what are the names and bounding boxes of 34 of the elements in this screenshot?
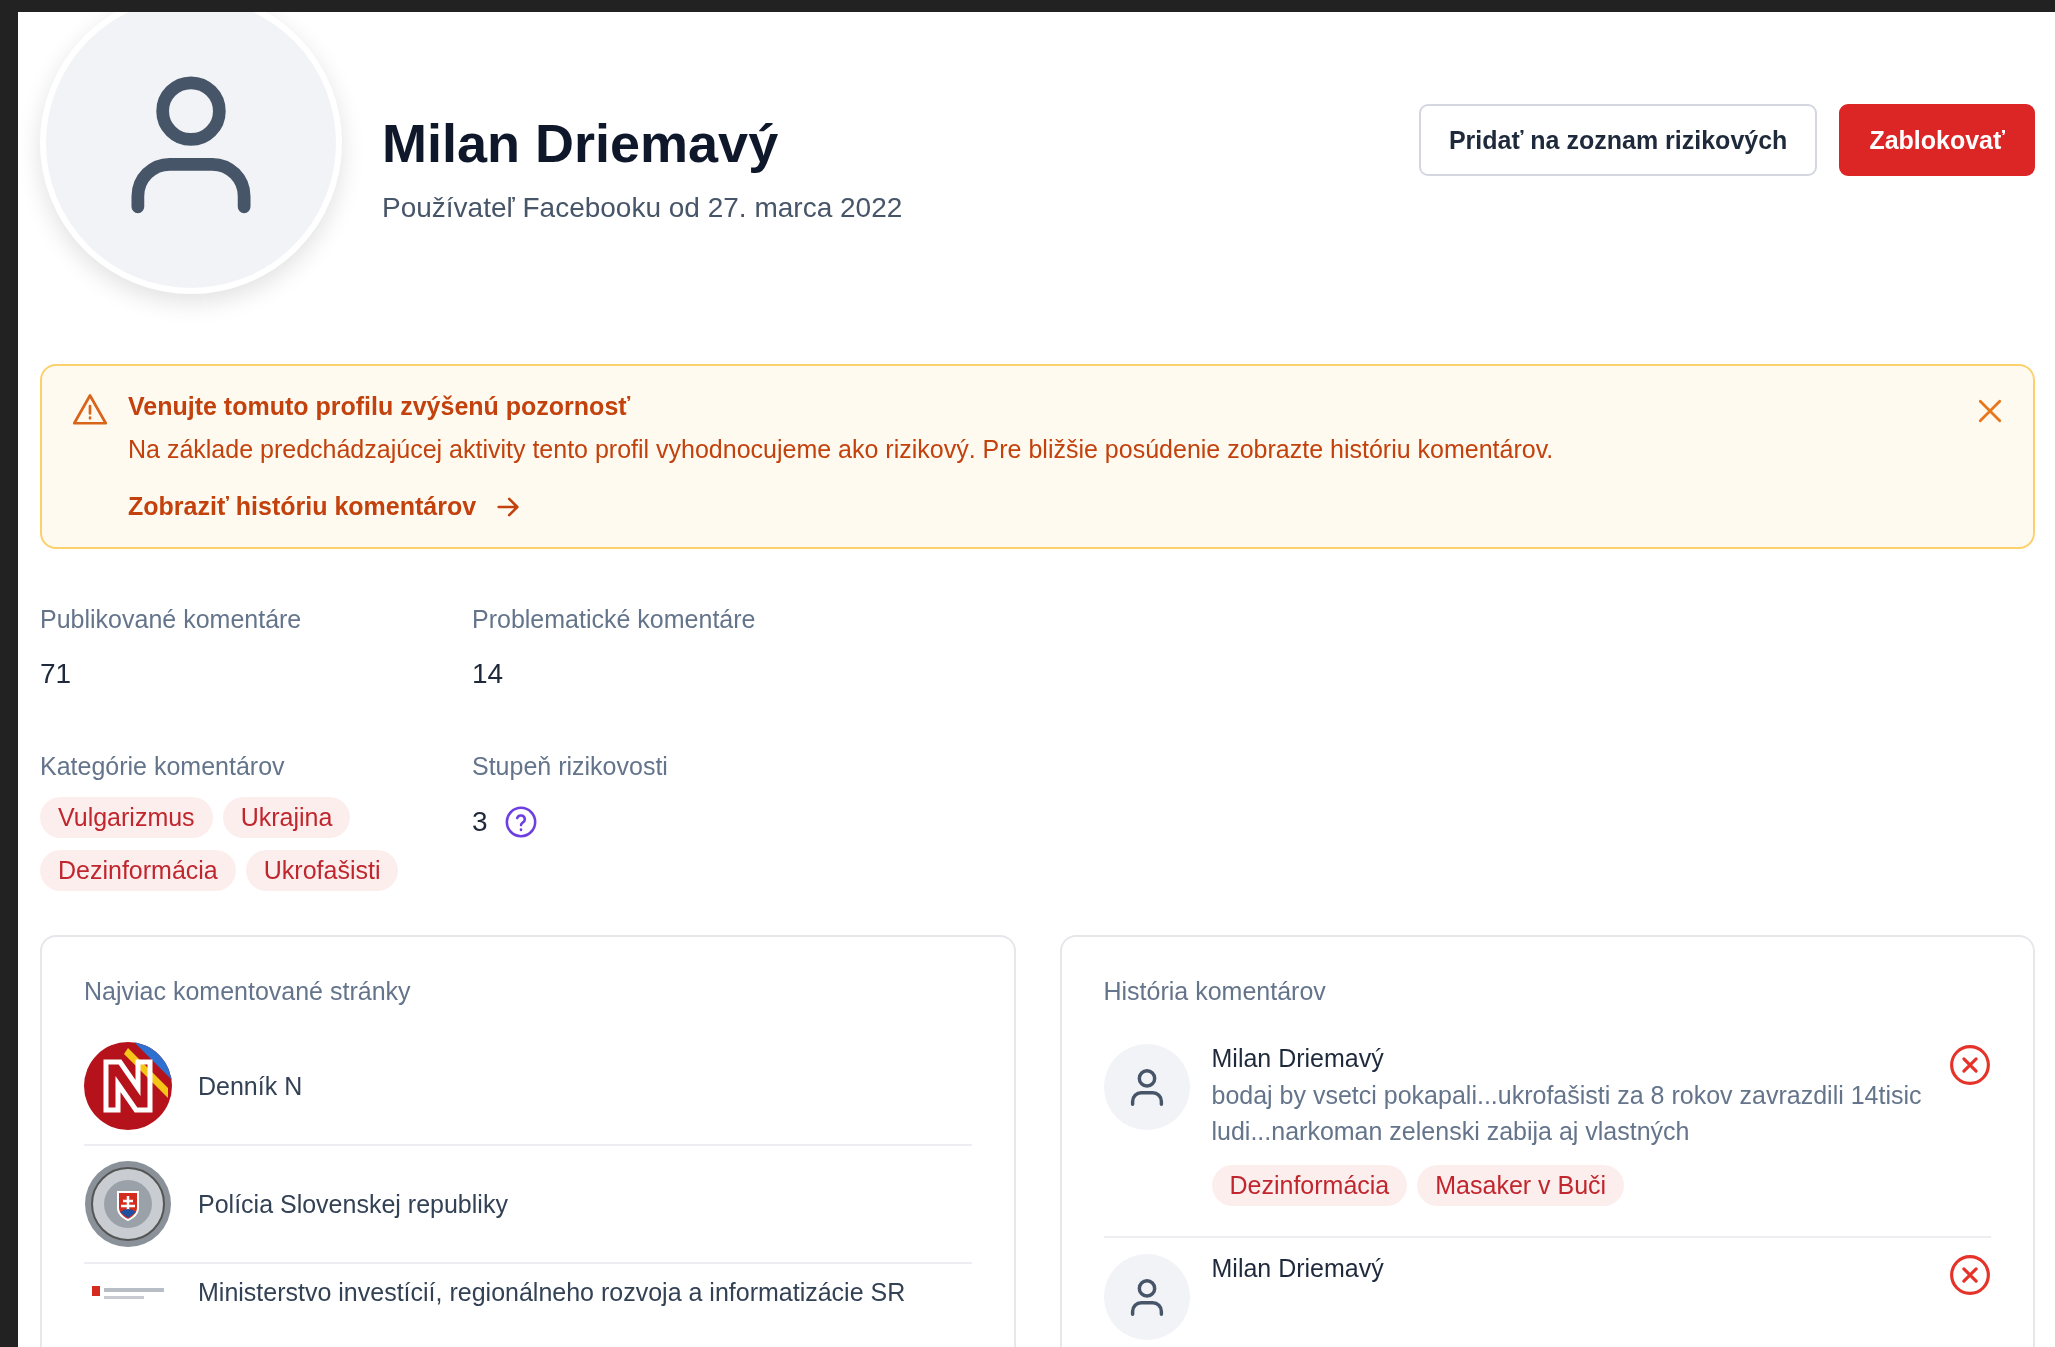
risk-label: Stupeň rizikovosti xyxy=(472,752,669,781)
category-tag: Dezinformácia xyxy=(40,850,236,891)
stat-label: Publikované komentáre xyxy=(40,605,303,634)
close-icon[interactable] xyxy=(1977,398,2003,424)
help-icon[interactable] xyxy=(503,805,538,839)
warning-icon xyxy=(72,392,108,426)
history-link[interactable]: Zobraziť históriu komentárov xyxy=(128,492,523,521)
remove-icon[interactable] xyxy=(1949,1254,1991,1296)
comment-author: Milan Driemavý xyxy=(1211,1254,1385,1283)
warning-title: Venujte tomuto profilu zvýšenú pozornosť xyxy=(128,392,632,421)
card-title: Najviac komentované stránky xyxy=(84,977,412,1006)
card-title: História komentárov xyxy=(1103,977,1327,1006)
profile-subtitle: Používateľ Facebooku od 27. marca 2022 xyxy=(382,192,904,224)
badge-emblem-icon xyxy=(84,1160,172,1248)
comment-text: bodaj by vsetci pokapali...ukrofašisti za 8 rokov zavrazdili 14tisic ludi...narkoman zelenski zabija aj vlastných xyxy=(1211,1080,1923,1147)
stat-label: Problematické komentáre xyxy=(472,605,757,634)
warning-message: Na základe predchádzajúcej aktivity tento profil vyhodnocujeme ako rizikový. Pre bližšie posúdenie zobrazte históriu komentárov. xyxy=(128,435,1554,464)
comment-tag: Masaker v Buči xyxy=(1417,1165,1625,1206)
risk-value: 3 xyxy=(472,806,488,838)
page-name[interactable]: Polícia Slovenskej republiky xyxy=(198,1189,508,1219)
page-name[interactable]: Ministerstvo investícií, regionálneho rozvoja a informatizácie SR xyxy=(198,1278,906,1307)
categories-label: Kategórie komentárov xyxy=(40,752,286,781)
stat-value: 71 xyxy=(40,658,72,690)
block-button[interactable]: Zablokovať xyxy=(1839,104,2035,176)
stat-value: 14 xyxy=(472,658,504,690)
page-name[interactable]: Denník N xyxy=(198,1071,303,1101)
remove-icon[interactable] xyxy=(1949,1044,1991,1086)
add-to-list-button[interactable]: Pridať na zoznam rizikových xyxy=(1418,104,1818,176)
category-tag: Ukrajina xyxy=(222,797,351,838)
category-tag: Ukrofašisti xyxy=(245,850,399,891)
comment-author: Milan Driemavý xyxy=(1211,1044,1385,1073)
category-tag: Vulgarizmus xyxy=(40,797,213,838)
profile-name: Milan Driemavý xyxy=(382,112,780,174)
comment-tag: Dezinformácia xyxy=(1211,1165,1408,1206)
